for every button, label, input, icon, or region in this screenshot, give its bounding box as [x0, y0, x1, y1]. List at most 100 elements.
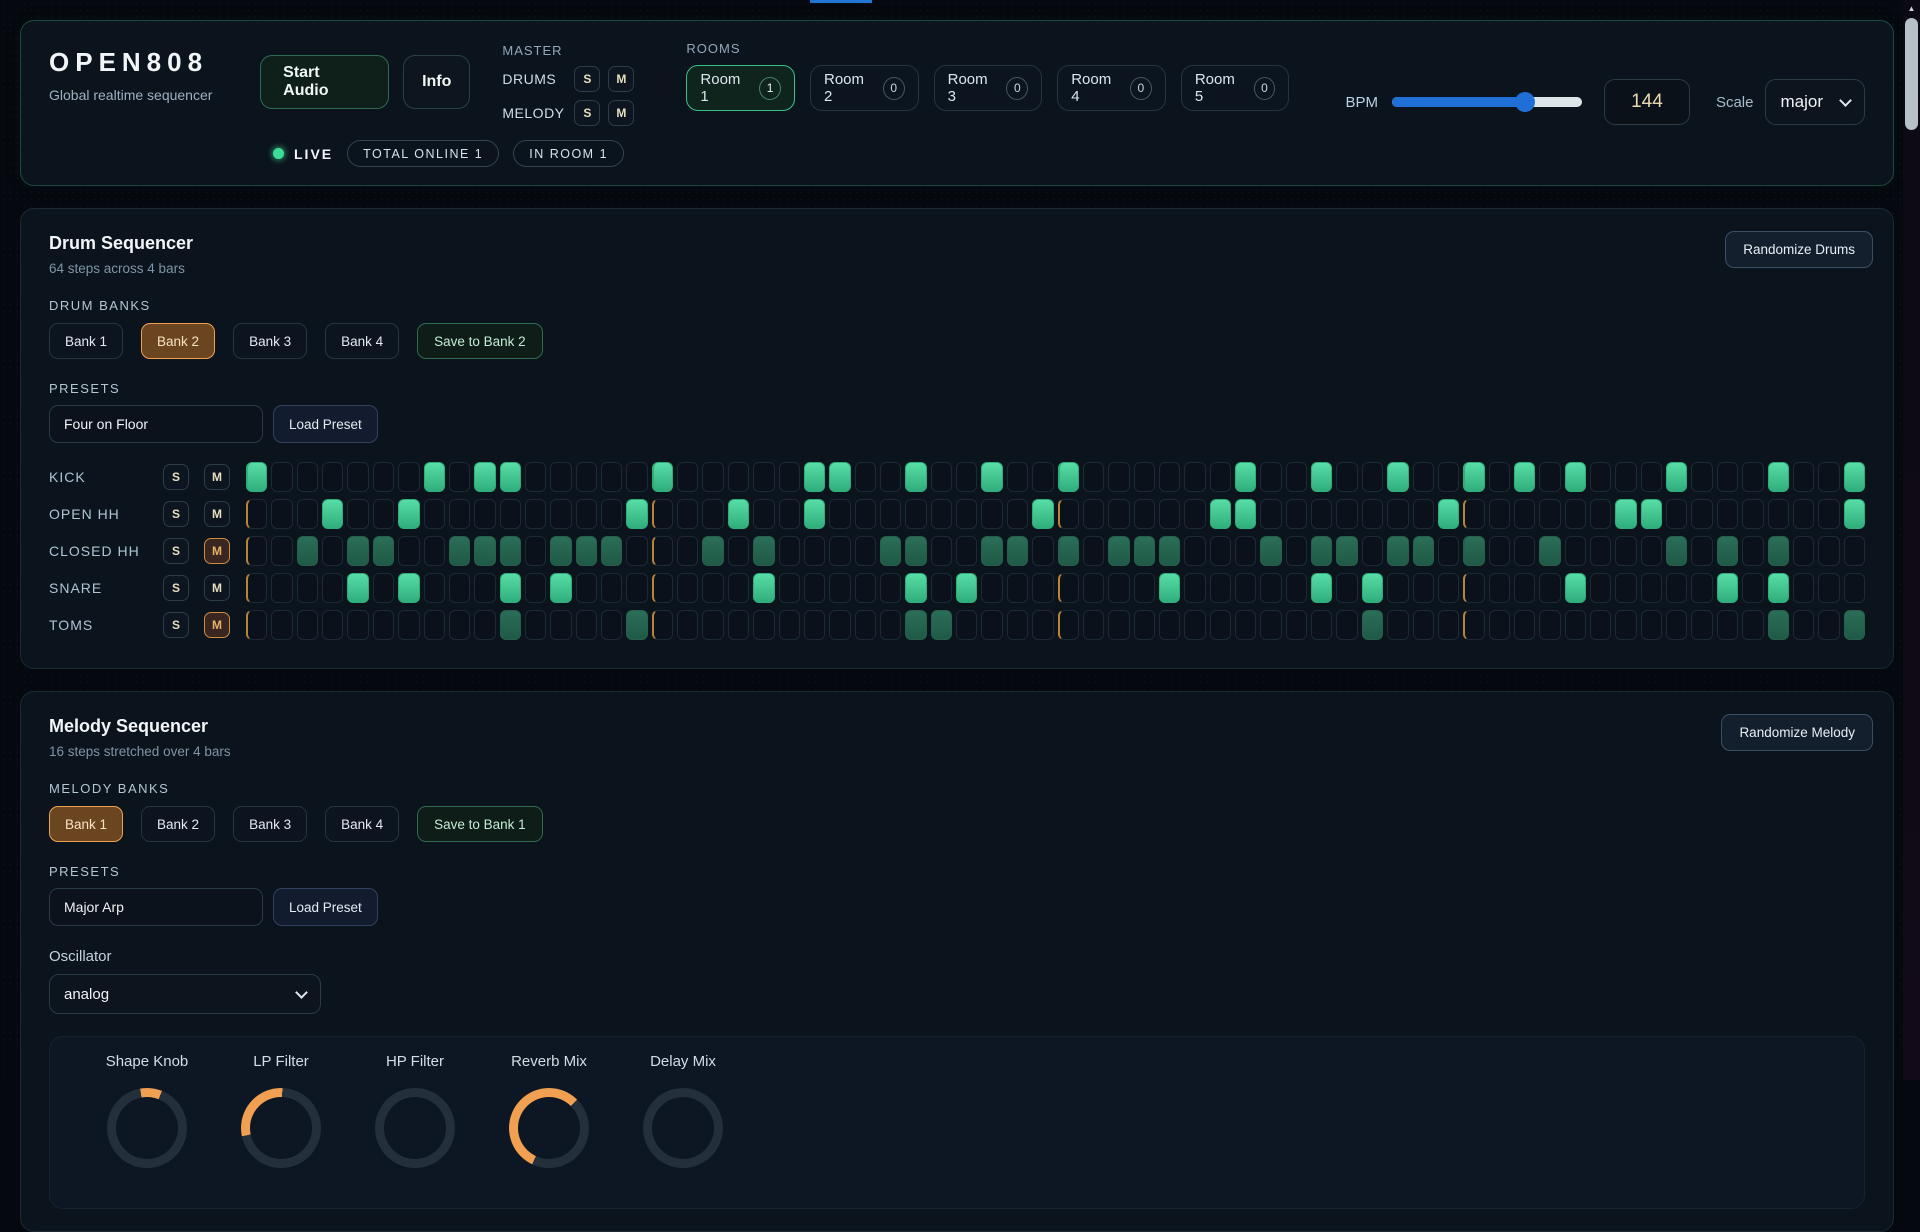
step-cell[interactable] — [1691, 610, 1712, 640]
step-cell[interactable] — [322, 499, 343, 529]
drum-bank-button[interactable]: Bank 3 — [233, 323, 307, 359]
step-cell[interactable] — [1615, 462, 1636, 492]
step-cell[interactable] — [1844, 499, 1865, 529]
step-cell[interactable] — [1489, 462, 1510, 492]
step-cell[interactable] — [1311, 610, 1332, 640]
step-cell[interactable] — [1666, 462, 1687, 492]
step-cell[interactable] — [474, 610, 495, 640]
step-cell[interactable] — [424, 610, 445, 640]
step-cell[interactable] — [271, 499, 292, 529]
step-cell[interactable] — [1286, 499, 1307, 529]
mute-button[interactable]: M — [204, 575, 230, 601]
step-cell[interactable] — [626, 536, 647, 566]
step-cell[interactable] — [271, 462, 292, 492]
step-cell[interactable] — [550, 573, 571, 603]
step-cell[interactable] — [1108, 499, 1129, 529]
step-cell[interactable] — [1184, 573, 1205, 603]
step-cell[interactable] — [1793, 610, 1814, 640]
step-cell[interactable] — [652, 573, 673, 603]
room-button[interactable]: Room 20 — [810, 65, 919, 111]
step-cell[interactable] — [880, 536, 901, 566]
step-cell[interactable] — [1286, 462, 1307, 492]
step-cell[interactable] — [1032, 610, 1053, 640]
step-cell[interactable] — [1539, 610, 1560, 640]
step-cell[interactable] — [931, 573, 952, 603]
step-cell[interactable] — [1641, 610, 1662, 640]
step-cell[interactable] — [449, 573, 470, 603]
step-cell[interactable] — [702, 536, 723, 566]
step-cell[interactable] — [829, 536, 850, 566]
knob-control[interactable] — [643, 1088, 723, 1168]
step-cell[interactable] — [956, 462, 977, 492]
step-cell[interactable] — [1235, 536, 1256, 566]
step-cell[interactable] — [779, 499, 800, 529]
step-cell[interactable] — [601, 610, 622, 640]
step-cell[interactable] — [1184, 499, 1205, 529]
step-cell[interactable] — [1666, 499, 1687, 529]
step-cell[interactable] — [1210, 499, 1231, 529]
step-cell[interactable] — [1387, 610, 1408, 640]
step-cell[interactable] — [1489, 610, 1510, 640]
step-cell[interactable] — [525, 536, 546, 566]
step-cell[interactable] — [271, 536, 292, 566]
step-cell[interactable] — [1260, 499, 1281, 529]
step-cell[interactable] — [728, 610, 749, 640]
step-cell[interactable] — [779, 573, 800, 603]
mute-button[interactable]: M — [204, 612, 230, 638]
step-cell[interactable] — [1489, 499, 1510, 529]
step-cell[interactable] — [1134, 499, 1155, 529]
step-cell[interactable] — [1058, 499, 1079, 529]
step-cell[interactable] — [1159, 573, 1180, 603]
step-cell[interactable] — [1514, 573, 1535, 603]
step-cell[interactable] — [1717, 499, 1738, 529]
step-cell[interactable] — [1768, 499, 1789, 529]
step-cell[interactable] — [398, 462, 419, 492]
step-cell[interactable] — [1514, 536, 1535, 566]
page-scrollbar[interactable]: ▲ — [1903, 0, 1920, 1080]
step-cell[interactable] — [1387, 462, 1408, 492]
step-cell[interactable] — [398, 536, 419, 566]
step-cell[interactable] — [297, 462, 318, 492]
step-cell[interactable] — [500, 462, 521, 492]
step-cell[interactable] — [347, 499, 368, 529]
step-cell[interactable] — [1615, 610, 1636, 640]
step-cell[interactable] — [1768, 462, 1789, 492]
step-cell[interactable] — [829, 573, 850, 603]
scrollbar-thumb[interactable] — [1905, 18, 1918, 130]
step-cell[interactable] — [855, 499, 876, 529]
step-cell[interactable] — [1387, 499, 1408, 529]
bpm-slider[interactable] — [1392, 97, 1582, 107]
step-cell[interactable] — [804, 536, 825, 566]
step-cell[interactable] — [728, 536, 749, 566]
step-cell[interactable] — [905, 462, 926, 492]
solo-button[interactable]: S — [163, 612, 189, 638]
step-cell[interactable] — [1818, 610, 1839, 640]
step-cell[interactable] — [576, 573, 597, 603]
step-cell[interactable] — [1438, 536, 1459, 566]
step-cell[interactable] — [1134, 610, 1155, 640]
bpm-slider-thumb[interactable] — [1515, 92, 1535, 112]
step-cell[interactable] — [956, 573, 977, 603]
mute-button[interactable]: M — [204, 538, 230, 564]
step-cell[interactable] — [1768, 610, 1789, 640]
step-cell[interactable] — [1641, 536, 1662, 566]
step-cell[interactable] — [702, 462, 723, 492]
step-cell[interactable] — [1083, 462, 1104, 492]
mute-button[interactable]: M — [608, 66, 634, 92]
step-cell[interactable] — [398, 573, 419, 603]
step-cell[interactable] — [525, 573, 546, 603]
step-cell[interactable] — [1007, 462, 1028, 492]
step-cell[interactable] — [728, 462, 749, 492]
step-cell[interactable] — [1311, 499, 1332, 529]
step-cell[interactable] — [880, 462, 901, 492]
step-cell[interactable] — [347, 573, 368, 603]
step-cell[interactable] — [1413, 499, 1434, 529]
step-cell[interactable] — [1615, 499, 1636, 529]
step-cell[interactable] — [1159, 536, 1180, 566]
step-cell[interactable] — [1032, 462, 1053, 492]
step-cell[interactable] — [855, 536, 876, 566]
step-cell[interactable] — [1362, 536, 1383, 566]
step-cell[interactable] — [1818, 536, 1839, 566]
step-cell[interactable] — [1691, 462, 1712, 492]
room-button[interactable]: Room 50 — [1181, 65, 1290, 111]
